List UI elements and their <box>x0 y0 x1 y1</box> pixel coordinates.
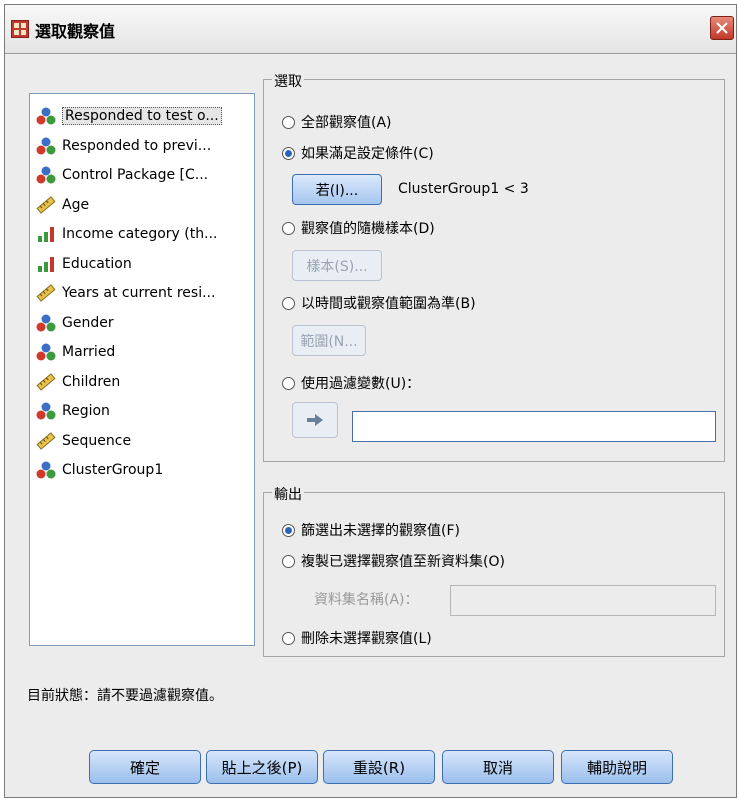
variable-label: Responded to test o... <box>62 107 222 125</box>
variable-label: Income category (th... <box>62 226 218 242</box>
current-status: 目前狀態：請不要過濾觀察值。 <box>27 688 223 704</box>
radio-random-sample-button[interactable] <box>282 221 295 235</box>
radio-time-range[interactable]: 以時間或觀察值範圍為準(B) <box>282 293 476 313</box>
select-legend: 選取 <box>272 71 304 91</box>
radio-time-range-button[interactable] <box>282 296 295 310</box>
scale-ruler-icon <box>36 283 56 303</box>
list-item[interactable]: Income category (th... <box>36 222 217 246</box>
help-button[interactable]: 輔助說明 <box>561 750 673 784</box>
sample-button[interactable]: 樣本(S)... <box>292 250 382 281</box>
arrow-right-icon <box>307 414 323 426</box>
list-item[interactable]: Children <box>36 370 120 394</box>
radio-filter-variable[interactable]: 使用過濾變數(U)： <box>282 373 420 393</box>
list-item[interactable]: Years at current resi... <box>36 281 215 305</box>
variable-label: Married <box>62 344 116 360</box>
close-button[interactable] <box>710 16 734 40</box>
scale-ruler-icon <box>36 195 56 215</box>
nominal-icon <box>36 136 56 156</box>
list-item[interactable]: Responded to test o... <box>36 104 222 128</box>
radio-all-cases[interactable]: 全部觀察值(A) <box>282 112 392 132</box>
output-legend: 輸出 <box>272 484 304 504</box>
dataset-name-field[interactable] <box>450 585 716 616</box>
output-group: 輸出 篩選出未選擇的觀察值(F) 複製已選擇觀察值至新資料集(O) 資料集名稱(… <box>263 484 725 657</box>
list-item[interactable]: Gender <box>36 311 114 335</box>
variable-label: Age <box>62 196 90 213</box>
radio-if-condition[interactable]: 如果滿足設定條件(C) <box>282 143 434 163</box>
cancel-button[interactable]: 取消 <box>442 750 554 784</box>
select-group: 選取 全部觀察值(A) 如果滿足設定條件(C) 若(I)... ClusterG… <box>263 71 725 462</box>
ordinal-bar-icon <box>36 224 56 244</box>
list-item[interactable]: Responded to previ... <box>36 134 211 158</box>
variable-label: Education <box>62 255 132 272</box>
close-icon <box>716 22 728 34</box>
nominal-icon <box>36 106 56 126</box>
nominal-icon <box>36 401 56 421</box>
variable-label: Children <box>62 373 121 390</box>
radio-all-cases-button[interactable] <box>282 115 295 129</box>
window-title: 選取觀察值 <box>35 22 116 41</box>
radio-filter-out[interactable]: 篩選出未選擇的觀察值(F) <box>282 520 460 540</box>
radio-delete-unselected-button[interactable] <box>282 631 295 645</box>
nominal-icon <box>36 165 56 185</box>
radio-copy-new-dataset[interactable]: 複製已選擇觀察值至新資料集(O) <box>282 551 505 571</box>
reset-button[interactable]: 重設(R) <box>323 750 435 784</box>
variable-label: Years at current resi... <box>62 285 216 301</box>
range-button[interactable]: 範圍(N... <box>292 325 366 356</box>
scale-ruler-icon <box>36 372 56 392</box>
ordinal-bar-icon <box>36 254 56 274</box>
dataset-name-label: 資料集名稱(A)： <box>314 592 419 608</box>
if-button[interactable]: 若(I)... <box>292 174 382 205</box>
radio-filter-out-button[interactable] <box>282 523 295 537</box>
ok-button[interactable]: 確定 <box>89 750 201 784</box>
variable-label: Gender <box>62 314 114 331</box>
radio-delete-unselected[interactable]: 刪除未選擇觀察值(L) <box>282 628 432 648</box>
nominal-icon <box>36 313 56 333</box>
variable-list[interactable]: Responded to test o... Responded to previ… <box>29 93 255 646</box>
list-item[interactable]: Control Package [C... <box>36 163 208 187</box>
nominal-icon <box>36 342 56 362</box>
list-item[interactable]: Region <box>36 399 110 423</box>
scale-ruler-icon <box>36 431 56 451</box>
move-arrow-button[interactable] <box>292 402 338 438</box>
variable-label: Region <box>62 403 110 419</box>
list-item[interactable]: Married <box>36 340 115 364</box>
radio-copy-new-dataset-button[interactable] <box>282 554 295 568</box>
radio-filter-variable-button[interactable] <box>282 376 295 390</box>
select-cases-dialog: 選取觀察值 Responded to test o... Responded to… <box>4 4 737 798</box>
variable-label: Responded to previ... <box>62 137 212 154</box>
variable-label: Control Package [C... <box>62 167 209 183</box>
list-item[interactable]: ClusterGroup1 <box>36 458 163 482</box>
radio-if-condition-button[interactable] <box>282 146 295 160</box>
variable-label: ClusterGroup1 <box>62 462 164 478</box>
list-item[interactable]: Education <box>36 252 132 276</box>
title-bar: 選取觀察值 <box>5 5 736 54</box>
list-item[interactable]: Sequence <box>36 429 131 453</box>
radio-random-sample[interactable]: 觀察值的隨機樣本(D) <box>282 218 435 238</box>
spss-app-icon <box>11 20 29 38</box>
filter-variable-field[interactable] <box>352 411 716 442</box>
paste-button[interactable]: 貼上之後(P) <box>206 750 318 784</box>
nominal-icon <box>36 460 56 480</box>
condition-text: ClusterGroup1 < 3 <box>398 181 529 197</box>
variable-label: Sequence <box>62 432 132 449</box>
list-item[interactable]: Age <box>36 193 89 217</box>
